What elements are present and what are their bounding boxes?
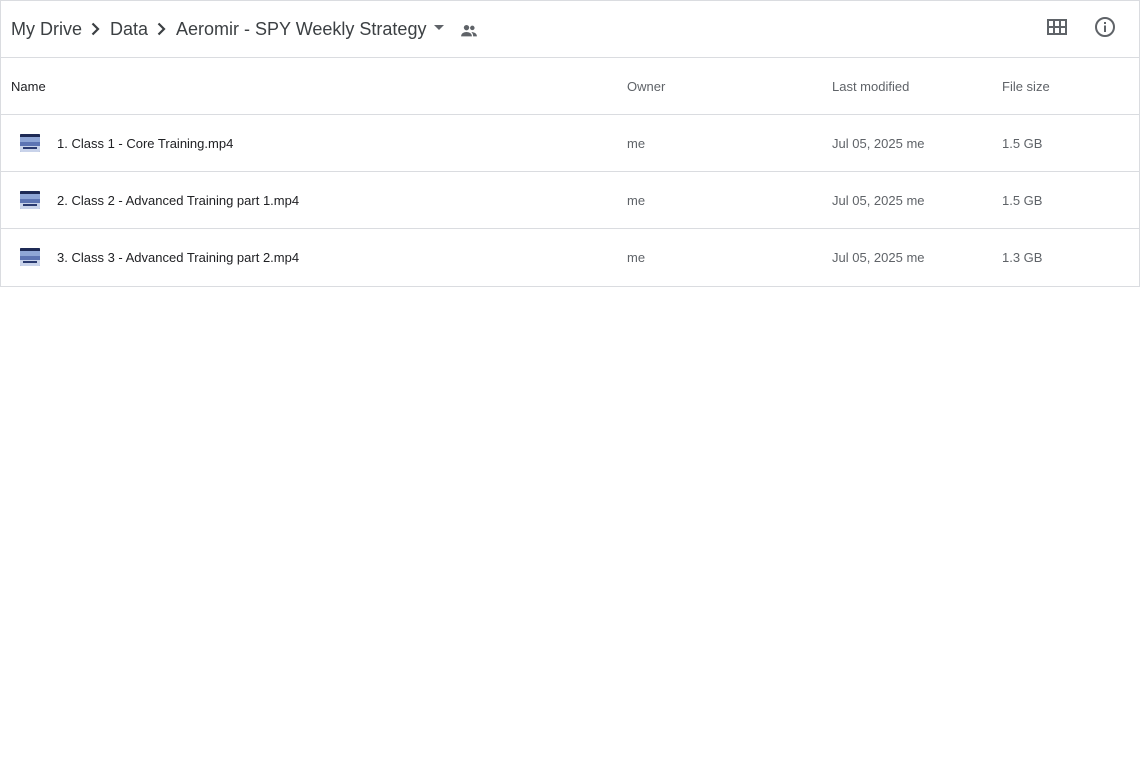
chevron-right-icon	[83, 17, 107, 41]
breadcrumb-item-current-folder[interactable]: Aeromir - SPY Weekly Strategy	[176, 17, 426, 41]
file-owner: me	[627, 193, 646, 208]
file-row[interactable]: 2. Class 2 - Advanced Training part 1.mp…	[1, 172, 1139, 229]
file-name: 2. Class 2 - Advanced Training part 1.mp…	[57, 193, 300, 208]
column-header-name[interactable]: Name	[11, 58, 46, 115]
details-button[interactable]	[1085, 9, 1125, 49]
file-list-panel: My Drive Data Aeromir - SPY Weekly Strat…	[0, 0, 1140, 287]
arrow-drop-down-icon[interactable]	[427, 17, 451, 41]
people-icon	[457, 19, 481, 43]
file-last-modified: Jul 05, 2025 me	[832, 136, 925, 151]
file-size: 1.5 GB	[1002, 136, 1043, 151]
file-name: 1. Class 1 - Core Training.mp4	[57, 136, 234, 151]
grid-view-button[interactable]	[1037, 9, 1077, 49]
video-thumbnail-icon	[20, 191, 40, 209]
file-owner: me	[627, 136, 646, 151]
info-icon	[1093, 15, 1117, 44]
column-header-row: Name Owner Last modified File size	[1, 58, 1139, 115]
file-name: 3. Class 3 - Advanced Training part 2.mp…	[57, 250, 300, 265]
file-last-modified: Jul 05, 2025 me	[832, 193, 925, 208]
column-header-last-modified[interactable]: Last modified	[832, 58, 909, 115]
file-size: 1.3 GB	[1002, 250, 1043, 265]
file-row[interactable]: 3. Class 3 - Advanced Training part 2.mp…	[1, 229, 1139, 286]
column-header-owner: Owner	[627, 79, 666, 94]
breadcrumb: My Drive Data Aeromir - SPY Weekly Strat…	[11, 1, 481, 57]
chevron-right-icon	[149, 17, 173, 41]
file-owner: me	[627, 250, 646, 265]
video-thumbnail-icon	[20, 134, 40, 152]
video-thumbnail-icon	[20, 248, 40, 266]
file-row[interactable]: 1. Class 1 - Core Training.mp4 me Jul 05…	[1, 115, 1139, 172]
file-size: 1.5 GB	[1002, 193, 1043, 208]
grid-view-icon	[1045, 15, 1069, 44]
breadcrumb-item-data[interactable]: Data	[110, 17, 148, 41]
column-header-file-size[interactable]: File size	[1002, 58, 1050, 115]
file-last-modified: Jul 05, 2025 me	[832, 250, 925, 265]
breadcrumb-item-my-drive[interactable]: My Drive	[11, 17, 82, 41]
toolbar: My Drive Data Aeromir - SPY Weekly Strat…	[1, 1, 1139, 58]
